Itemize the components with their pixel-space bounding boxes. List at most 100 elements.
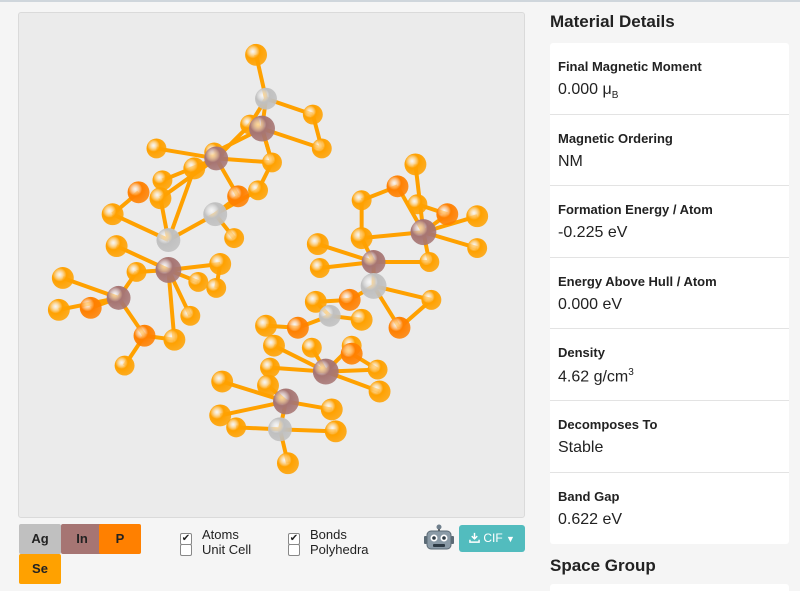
atom-p (227, 185, 250, 208)
atom-p (133, 324, 156, 347)
unit-cell-checkbox[interactable] (180, 544, 192, 556)
atom-se (183, 157, 206, 180)
top-divider (0, 0, 800, 2)
detail-value: 0.622 eV (558, 511, 781, 529)
legend-se[interactable]: Se (19, 554, 61, 584)
cif-download-button[interactable]: CIF ▼ (459, 525, 525, 552)
atom-se (105, 235, 128, 258)
atom-se (224, 228, 245, 249)
atom-p (436, 203, 459, 226)
atom-se (276, 452, 299, 475)
atom-se (257, 374, 279, 397)
atom-se (407, 194, 428, 215)
atom-se (320, 398, 343, 421)
detail-value-text: Stable (558, 438, 604, 456)
viewer-controls: Ag In P Se ✔ Atoms Unit Cell ✔ Bonds Polyh… (18, 522, 525, 588)
atom-p (338, 288, 361, 311)
atom-se (467, 238, 488, 259)
detail-value-text: 4.62 g/cm (558, 368, 629, 386)
atom-p (386, 175, 409, 198)
detail-value-text: -0.225 eV (558, 224, 628, 242)
atoms-toggle[interactable]: ✔ Atoms (180, 527, 239, 545)
atom-in (312, 358, 339, 385)
detail-item: Formation Energy / Atom -0.225 eV (550, 186, 789, 258)
polyhedra-checkbox[interactable] (288, 544, 300, 556)
download-icon (469, 532, 480, 543)
structure-canvas[interactable] (19, 13, 524, 517)
atom-se (404, 153, 427, 176)
atom-se (209, 253, 232, 275)
atom-se (206, 277, 227, 298)
atom-se (309, 258, 330, 278)
detail-label: Decomposes To (558, 416, 658, 432)
atom-in (272, 388, 299, 415)
atom-p (79, 296, 102, 319)
detail-label: Final Magnetic Moment (558, 59, 702, 74)
atom-ag (318, 304, 341, 327)
atom-se (260, 357, 280, 378)
detail-item: Final Magnetic Moment 0.000 μB (550, 43, 789, 115)
atom-se (367, 359, 388, 380)
detail-item: Decomposes To Stable (550, 401, 789, 473)
atom-se (245, 43, 268, 66)
atom-se (351, 190, 372, 211)
polyhedra-label: Polyhedra (310, 542, 369, 557)
atom-se (101, 203, 124, 226)
atom-se (302, 104, 323, 125)
material-details-card: Final Magnetic Moment 0.000 μB Magnetic Or… (550, 43, 789, 545)
atom-p (286, 316, 309, 339)
polyhedra-toggle[interactable]: Polyhedra (288, 542, 369, 557)
atom-se (146, 138, 167, 159)
detail-value: Stable (558, 439, 781, 457)
atom-in (204, 146, 229, 171)
atom-se (209, 404, 232, 427)
atom-se (262, 152, 282, 173)
atom-se (149, 187, 172, 210)
detail-label: Formation Energy / Atom (558, 202, 713, 218)
unit-subscript: B (611, 90, 619, 102)
atoms-label: Atoms (202, 527, 239, 542)
atom-se (47, 298, 70, 321)
atom-p (388, 316, 411, 339)
atom-ag (203, 202, 228, 227)
atom-ag (268, 417, 292, 442)
space-group-title: Space Group (550, 556, 656, 575)
atom-ag (255, 87, 277, 110)
unit-superscript: 3 (628, 367, 634, 379)
bonds-toggle[interactable]: ✔ Bonds (288, 527, 347, 545)
unit-cell-toggle[interactable]: Unit Cell (180, 542, 251, 557)
atom-se (368, 380, 391, 403)
detail-value-text: 0.622 eV (558, 510, 623, 528)
atom-se (114, 355, 135, 376)
detail-item: Magnetic Ordering NM (550, 115, 789, 187)
cif-label: CIF (483, 531, 503, 545)
atom-se (126, 262, 147, 282)
atom-se (350, 227, 373, 250)
legend-in[interactable]: In (61, 524, 103, 554)
atom-se (421, 289, 442, 310)
detail-value-text: 0.000 μ (558, 81, 612, 98)
detail-value: 4.62 g/cm3 (558, 367, 781, 386)
detail-value-text: 0.000 eV (558, 295, 623, 313)
atom-se (211, 370, 234, 393)
bonds-label: Bonds (310, 527, 347, 542)
atom-in (155, 257, 182, 283)
legend-ag[interactable]: Ag (19, 524, 61, 554)
atom-in (361, 250, 386, 274)
structure-viewer[interactable] (18, 12, 525, 518)
detail-value: NM (558, 153, 781, 171)
legend-p[interactable]: P (99, 524, 141, 554)
atom-se (248, 180, 269, 201)
atom-se (180, 305, 201, 326)
atom-se (466, 205, 489, 228)
chevron-down-icon: ▼ (506, 534, 515, 544)
atom-in (249, 115, 275, 142)
atom-se (306, 233, 329, 256)
atom-in (410, 219, 437, 246)
detail-label: Energy Above Hull / Atom (558, 273, 717, 289)
detail-value: -0.225 eV (558, 224, 781, 242)
atom-se (152, 170, 173, 191)
robot-icon[interactable] (422, 524, 456, 554)
detail-label: Density (558, 345, 605, 361)
atom-in (106, 285, 131, 310)
